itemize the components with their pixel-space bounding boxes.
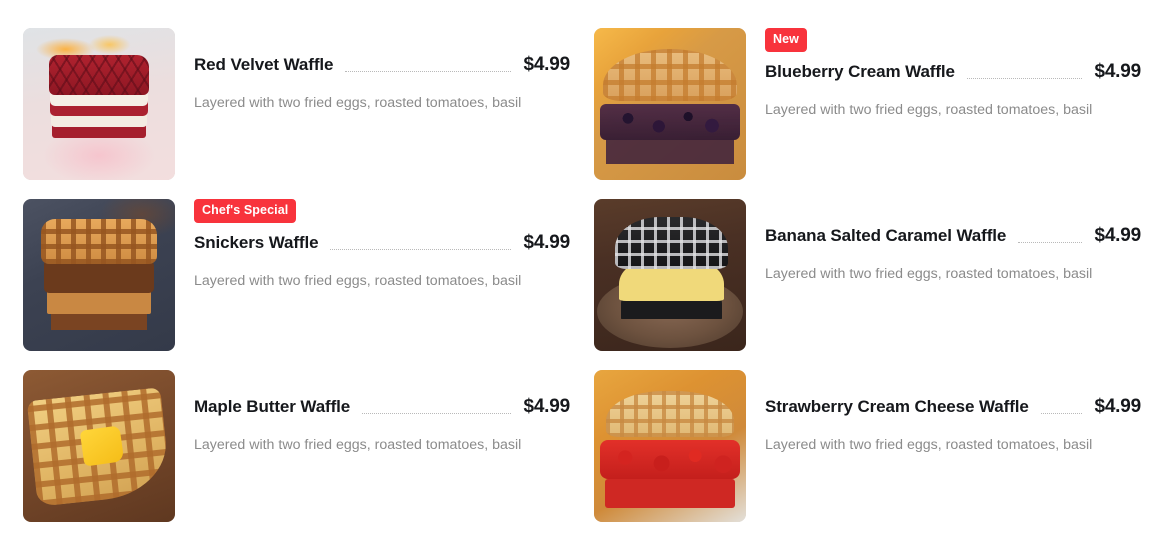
menu-item-thumbnail[interactable] (594, 28, 746, 180)
menu-item-body: Red Velvet Waffle $4.99 Layered with two… (175, 0, 570, 112)
menu-item-description: Layered with two fried eggs, roasted tom… (765, 266, 1093, 282)
menu-item-thumbnail[interactable] (23, 199, 175, 351)
menu-column-left: Red Velvet Waffle $4.99 Layered with two… (23, 0, 570, 522)
menu-item-thumbnail[interactable] (594, 370, 746, 522)
menu-item-description: Layered with two fried eggs, roasted tom… (194, 437, 522, 453)
price-leader-dots (1018, 242, 1083, 243)
price-leader-dots (1040, 413, 1083, 414)
snickers-waffle-image (23, 199, 175, 351)
menu-item[interactable]: Red Velvet Waffle $4.99 Layered with two… (23, 0, 570, 180)
menu-item-body: Maple Butter Waffle $4.99 Layered with t… (175, 342, 570, 454)
banana-salted-caramel-waffle-image (594, 199, 746, 351)
menu-item-title: Blueberry Cream Waffle (765, 61, 955, 81)
red-velvet-waffle-image (23, 28, 175, 180)
menu-item-body: Banana Salted Caramel Waffle $4.99 Layer… (746, 171, 1141, 283)
menu-item-body: Strawberry Cream Cheese Waffle $4.99 Lay… (746, 342, 1141, 454)
menu-item-headline: Snickers Waffle $4.99 (194, 232, 570, 254)
menu-item-description: Layered with two fried eggs, roasted tom… (765, 101, 1093, 118)
blueberry-cream-waffle-image (594, 28, 746, 180)
menu-item-title: Red Velvet Waffle (194, 55, 334, 74)
menu-item-headline: Strawberry Cream Cheese Waffle $4.99 (765, 370, 1141, 418)
menu-item[interactable]: New Blueberry Cream Waffle $4.99 Layered… (594, 0, 1141, 180)
menu-item-headline: Banana Salted Caramel Waffle $4.99 (765, 199, 1141, 247)
menu-item-description: Layered with two fried eggs, roasted tom… (194, 95, 522, 111)
price-leader-dots (330, 248, 512, 250)
menu-item-badge-row: New (765, 28, 1141, 52)
menu-item-price: $4.99 (1094, 60, 1141, 82)
price-leader-dots (966, 77, 1083, 79)
maple-butter-waffle-image (23, 370, 175, 522)
menu-item-body: New Blueberry Cream Waffle $4.99 Layered… (746, 0, 1141, 119)
menu-item-price: $4.99 (523, 231, 570, 253)
menu-item-title: Snickers Waffle (194, 232, 319, 252)
menu-item-thumbnail[interactable] (23, 28, 175, 180)
menu-item[interactable]: Chef's Special Snickers Waffle $4.99 Lay… (23, 171, 570, 351)
menu-item-price: $4.99 (1094, 396, 1141, 417)
menu-item-headline: Maple Butter Waffle $4.99 (194, 370, 570, 418)
chefs-special-badge: Chef's Special (194, 199, 297, 223)
menu-item-headline: Red Velvet Waffle $4.99 (194, 28, 570, 76)
menu-item-price: $4.99 (1094, 225, 1141, 246)
menu-item[interactable]: Banana Salted Caramel Waffle $4.99 Layer… (594, 171, 1141, 351)
menu-grid: Red Velvet Waffle $4.99 Layered with two… (0, 0, 1165, 543)
menu-item-title: Banana Salted Caramel Waffle (765, 226, 1007, 245)
strawberry-cream-cheese-waffle-image (594, 370, 746, 522)
menu-column-right: New Blueberry Cream Waffle $4.99 Layered… (594, 0, 1141, 522)
menu-item-headline: Blueberry Cream Waffle $4.99 (765, 61, 1141, 83)
menu-item-price: $4.99 (523, 54, 570, 75)
menu-item[interactable]: Maple Butter Waffle $4.99 Layered with t… (23, 342, 570, 522)
menu-item-title: Strawberry Cream Cheese Waffle (765, 397, 1029, 416)
new-badge: New (765, 28, 808, 52)
price-leader-dots (362, 413, 512, 414)
price-leader-dots (345, 71, 512, 72)
menu-item-title: Maple Butter Waffle (194, 397, 351, 416)
menu-item-thumbnail[interactable] (23, 370, 175, 522)
menu-item-badge-row: Chef's Special (194, 199, 570, 223)
menu-item[interactable]: Strawberry Cream Cheese Waffle $4.99 Lay… (594, 342, 1141, 522)
menu-item-thumbnail[interactable] (594, 199, 746, 351)
menu-item-price: $4.99 (523, 396, 570, 417)
menu-item-description: Layered with two fried eggs, roasted tom… (765, 437, 1093, 453)
menu-item-description: Layered with two fried eggs, roasted tom… (194, 272, 522, 289)
menu-item-body: Chef's Special Snickers Waffle $4.99 Lay… (175, 171, 570, 290)
